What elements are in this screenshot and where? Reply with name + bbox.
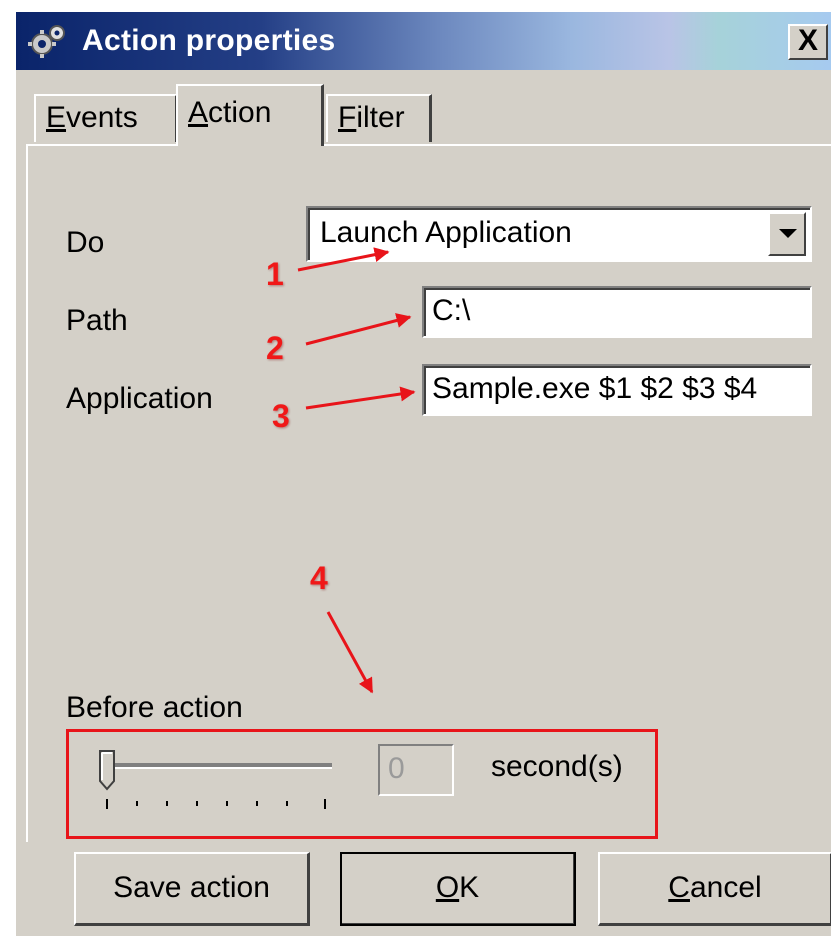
action-properties-window: Action properties X Events Action Filter… (14, 10, 831, 936)
annotation-2: 2 (266, 330, 284, 366)
annotation-arrows (297, 247, 416, 694)
annotation-4: 4 (310, 560, 328, 596)
ok-button[interactable]: OK (340, 852, 576, 926)
save-action-button[interactable]: Save action (74, 852, 310, 926)
tab-action[interactable]: Action (176, 84, 324, 146)
cancel-button[interactable]: Cancel (598, 852, 831, 926)
annotation-1: 1 (266, 256, 284, 292)
annotation-3: 3 (272, 398, 290, 434)
